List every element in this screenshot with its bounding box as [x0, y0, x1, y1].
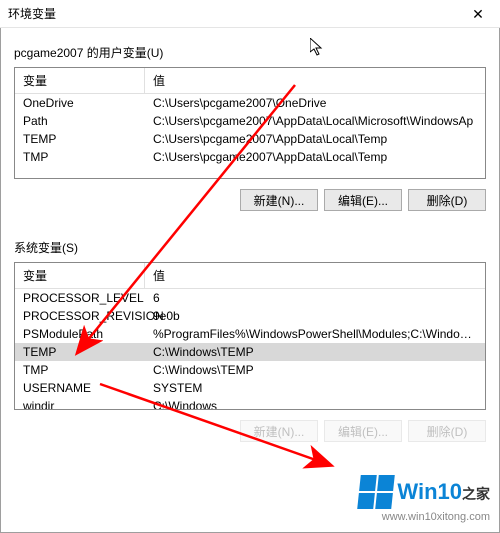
var-value: 6: [145, 289, 485, 307]
new-button[interactable]: 新建(N)...: [240, 420, 318, 442]
column-header-name[interactable]: 变量: [15, 68, 145, 93]
close-icon: ✕: [472, 6, 484, 23]
system-vars-label: 系统变量(S): [14, 239, 486, 256]
system-vars-header: 变量 值: [15, 263, 485, 289]
delete-button[interactable]: 删除(D): [408, 189, 486, 211]
var-name: Path: [15, 112, 145, 130]
close-button[interactable]: ✕: [456, 0, 500, 28]
var-name: PROCESSOR_REVISION: [15, 307, 145, 325]
table-row[interactable]: PROCESSOR_LEVEL 6: [15, 289, 485, 307]
var-value: C:\Windows\TEMP: [145, 361, 485, 379]
table-row[interactable]: OneDrive C:\Users\pcgame2007\OneDrive: [15, 94, 485, 112]
table-row[interactable]: PSModulePath %ProgramFiles%\WindowsPower…: [15, 325, 485, 343]
user-vars-buttons: 新建(N)... 编辑(E)... 删除(D): [14, 189, 486, 211]
system-vars-table[interactable]: 变量 值 PROCESSOR_LEVEL 6 PROCESSOR_REVISIO…: [14, 262, 486, 410]
watermark-brand: Win10: [397, 481, 462, 503]
var-name: PROCESSOR_LEVEL: [15, 289, 145, 307]
var-name: TEMP: [15, 343, 145, 361]
user-vars-label: pcgame2007 的用户变量(U): [14, 44, 486, 61]
var-value: C:\Users\pcgame2007\AppData\Local\Micros…: [145, 112, 485, 130]
var-value: SYSTEM: [145, 379, 485, 397]
var-value: C:\Windows: [145, 397, 485, 410]
titlebar: 环境变量 ✕: [0, 0, 500, 28]
var-value: C:\Users\pcgame2007\OneDrive: [145, 94, 485, 112]
var-name: OneDrive: [15, 94, 145, 112]
user-vars-table[interactable]: 变量 值 OneDrive C:\Users\pcgame2007\OneDri…: [14, 67, 486, 179]
windows-logo-icon: [358, 475, 396, 509]
var-name: USERNAME: [15, 379, 145, 397]
edit-button[interactable]: 编辑(E)...: [324, 189, 402, 211]
table-row[interactable]: TMP C:\Windows\TEMP: [15, 361, 485, 379]
var-name: TEMP: [15, 130, 145, 148]
delete-button[interactable]: 删除(D): [408, 420, 486, 442]
column-header-value[interactable]: 值: [145, 263, 485, 288]
table-row-selected[interactable]: TEMP C:\Windows\TEMP: [15, 343, 485, 361]
var-value: C:\Windows\TEMP: [145, 343, 485, 361]
var-value: C:\Users\pcgame2007\AppData\Local\Temp: [145, 148, 485, 166]
system-vars-buttons: 新建(N)... 编辑(E)... 删除(D): [14, 420, 486, 442]
watermark: Win10 之家: [351, 475, 490, 509]
var-value: %ProgramFiles%\WindowsPowerShell\Modules…: [145, 325, 485, 343]
var-name: TMP: [15, 148, 145, 166]
table-row[interactable]: Path C:\Users\pcgame2007\AppData\Local\M…: [15, 112, 485, 130]
var-value: 9e0b: [145, 307, 485, 325]
column-header-value[interactable]: 值: [145, 68, 485, 93]
user-vars-header: 变量 值: [15, 68, 485, 94]
edit-button[interactable]: 编辑(E)...: [324, 420, 402, 442]
var-name: TMP: [15, 361, 145, 379]
var-name: PSModulePath: [15, 325, 145, 343]
table-row[interactable]: USERNAME SYSTEM: [15, 379, 485, 397]
new-button[interactable]: 新建(N)...: [240, 189, 318, 211]
var-value: C:\Users\pcgame2007\AppData\Local\Temp: [145, 130, 485, 148]
table-row[interactable]: PROCESSOR_REVISION 9e0b: [15, 307, 485, 325]
watermark-url: www.win10xitong.com: [382, 511, 490, 523]
table-row[interactable]: TEMP C:\Users\pcgame2007\AppData\Local\T…: [15, 130, 485, 148]
window-title: 环境变量: [8, 5, 56, 22]
table-row[interactable]: windir C:\Windows: [15, 397, 485, 410]
var-name: windir: [15, 397, 145, 410]
watermark-suffix: 之家: [462, 487, 490, 501]
table-row[interactable]: TMP C:\Users\pcgame2007\AppData\Local\Te…: [15, 148, 485, 166]
column-header-name[interactable]: 变量: [15, 263, 145, 288]
